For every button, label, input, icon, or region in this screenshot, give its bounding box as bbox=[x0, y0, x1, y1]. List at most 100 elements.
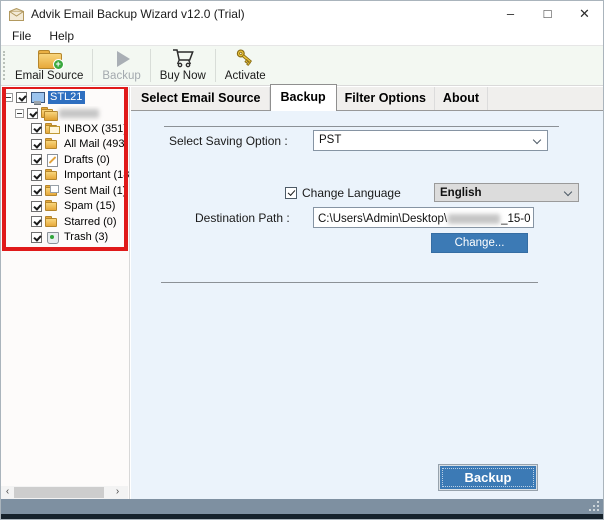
change-language-checkbox[interactable] bbox=[285, 187, 297, 199]
divider bbox=[164, 126, 559, 127]
change-path-button[interactable]: Change... bbox=[431, 233, 528, 253]
tree-item-account[interactable] bbox=[1, 106, 129, 122]
chevron-down-icon bbox=[564, 188, 572, 196]
email-source-button[interactable]: + Email Source bbox=[8, 46, 90, 85]
folder-icon bbox=[45, 216, 60, 228]
close-icon[interactable]: ✕ bbox=[566, 1, 603, 27]
drafts-icon bbox=[45, 154, 60, 166]
tree-item[interactable]: Trash (3) bbox=[1, 230, 129, 246]
inbox-icon bbox=[45, 123, 60, 135]
trash-icon bbox=[45, 231, 60, 243]
tab-about[interactable]: About bbox=[435, 87, 488, 110]
scrollbar-thumb[interactable] bbox=[14, 487, 104, 498]
chevron-down-icon bbox=[533, 136, 541, 144]
activate-button[interactable]: Activate bbox=[218, 46, 273, 85]
destination-path-suffix: _15-0 bbox=[501, 213, 530, 225]
titlebar: Advik Email Backup Wizard v12.0 (Trial) … bbox=[1, 1, 603, 27]
tree-item-label: Drafts (0) bbox=[63, 154, 111, 166]
collapse-icon[interactable] bbox=[4, 93, 13, 102]
folder-add-icon: + bbox=[38, 49, 61, 68]
tree-item[interactable]: Important (18 bbox=[1, 168, 129, 184]
destination-path-prefix: C:\Users\Admin\Desktop\ bbox=[318, 213, 447, 225]
email-source-label: Email Source bbox=[15, 70, 83, 82]
backup-button[interactable]: Backup bbox=[438, 464, 538, 491]
tab-backup[interactable]: Backup bbox=[270, 84, 337, 111]
tree-item-label: All Mail (493) bbox=[63, 138, 129, 150]
scroll-left-icon[interactable]: ‹ bbox=[1, 486, 14, 499]
folder-tree-panel: STL21 INBOX (351) All Mail (493) Drafts … bbox=[1, 87, 130, 499]
status-bar bbox=[1, 499, 603, 514]
folder-icon bbox=[45, 200, 60, 212]
toolbar-separator bbox=[92, 49, 93, 82]
checkbox[interactable] bbox=[27, 108, 38, 119]
checkbox[interactable] bbox=[31, 201, 42, 212]
backup-play-icon bbox=[113, 49, 130, 68]
buy-now-button[interactable]: Buy Now bbox=[153, 46, 213, 85]
checkbox[interactable] bbox=[31, 232, 42, 243]
blurred-path-segment bbox=[448, 214, 500, 224]
tree-item-label: Spam (15) bbox=[63, 200, 116, 212]
tree-item[interactable]: Spam (15) bbox=[1, 199, 129, 215]
tree-item[interactable]: Drafts (0) bbox=[1, 152, 129, 168]
folders-icon bbox=[41, 107, 56, 119]
tree-item-label: STL21 bbox=[48, 91, 85, 104]
app-window: Advik Email Backup Wizard v12.0 (Trial) … bbox=[0, 0, 604, 520]
tree-item-label: Sent Mail (1) bbox=[63, 185, 127, 197]
menu-file[interactable]: File bbox=[3, 29, 40, 43]
blurred-account-name bbox=[59, 109, 99, 118]
horizontal-scrollbar[interactable]: ‹ › bbox=[1, 486, 128, 499]
saving-option-label: Select Saving Option : bbox=[169, 134, 288, 148]
sent-icon bbox=[45, 185, 60, 197]
destination-path-input[interactable]: C:\Users\Admin\Desktop\ _15-0 bbox=[313, 207, 534, 228]
tree-item-label: Important (18 bbox=[63, 169, 129, 181]
minimize-icon[interactable]: – bbox=[492, 1, 529, 27]
checkbox[interactable] bbox=[31, 185, 42, 196]
backup-toolbar-label: Backup bbox=[102, 70, 140, 82]
language-value: English bbox=[440, 187, 482, 199]
folder-tree: STL21 INBOX (351) All Mail (493) Drafts … bbox=[1, 90, 129, 245]
menu-help[interactable]: Help bbox=[40, 29, 83, 43]
checkbox[interactable] bbox=[31, 216, 42, 227]
toolbar: + Email Source Backup Buy Now bbox=[1, 45, 603, 86]
tree-item[interactable]: INBOX (351) bbox=[1, 121, 129, 137]
tree-item-root[interactable]: STL21 bbox=[1, 90, 129, 106]
buy-now-label: Buy Now bbox=[160, 70, 206, 82]
toolbar-separator bbox=[215, 49, 216, 82]
key-icon bbox=[235, 47, 255, 68]
collapse-icon[interactable] bbox=[15, 109, 24, 118]
change-language-label: Change Language bbox=[302, 186, 401, 200]
activate-label: Activate bbox=[225, 70, 266, 82]
maximize-icon[interactable]: □ bbox=[529, 1, 566, 27]
saving-option-value: PST bbox=[319, 134, 341, 146]
folder-icon bbox=[45, 138, 60, 150]
checkbox[interactable] bbox=[31, 139, 42, 150]
window-title: Advik Email Backup Wizard v12.0 (Trial) bbox=[31, 7, 245, 21]
resize-grip-icon[interactable] bbox=[597, 509, 599, 511]
checkbox[interactable] bbox=[31, 123, 42, 134]
tree-item-label: INBOX (351) bbox=[63, 123, 128, 135]
language-select[interactable]: English bbox=[434, 183, 579, 202]
window-controls: – □ ✕ bbox=[492, 1, 603, 27]
destination-path-label: Destination Path : bbox=[195, 211, 290, 225]
cart-icon bbox=[171, 47, 195, 68]
tree-item[interactable]: Sent Mail (1) bbox=[1, 183, 129, 199]
tree-folder-list: INBOX (351) All Mail (493) Drafts (0) Im… bbox=[1, 121, 129, 245]
checkbox[interactable] bbox=[31, 154, 42, 165]
saving-option-select[interactable]: PST bbox=[313, 130, 548, 151]
toolbar-separator bbox=[150, 49, 151, 82]
folder-icon bbox=[45, 169, 60, 181]
envelope-app-icon bbox=[9, 8, 24, 21]
scroll-right-icon[interactable]: › bbox=[111, 486, 124, 499]
main-panel: Select Email Source Backup Filter Option… bbox=[131, 87, 603, 499]
bottom-strip bbox=[1, 514, 603, 519]
divider bbox=[161, 282, 538, 283]
tab-select-email-source[interactable]: Select Email Source bbox=[133, 87, 270, 110]
tree-item[interactable]: All Mail (493) bbox=[1, 137, 129, 153]
tab-filter-options[interactable]: Filter Options bbox=[337, 87, 435, 110]
backup-toolbar-button: Backup bbox=[95, 46, 147, 85]
tree-item[interactable]: Starred (0) bbox=[1, 214, 129, 230]
checkbox[interactable] bbox=[31, 170, 42, 181]
checkbox[interactable] bbox=[16, 92, 27, 103]
tree-item-label: Trash (3) bbox=[63, 231, 109, 243]
computer-icon bbox=[30, 92, 45, 104]
